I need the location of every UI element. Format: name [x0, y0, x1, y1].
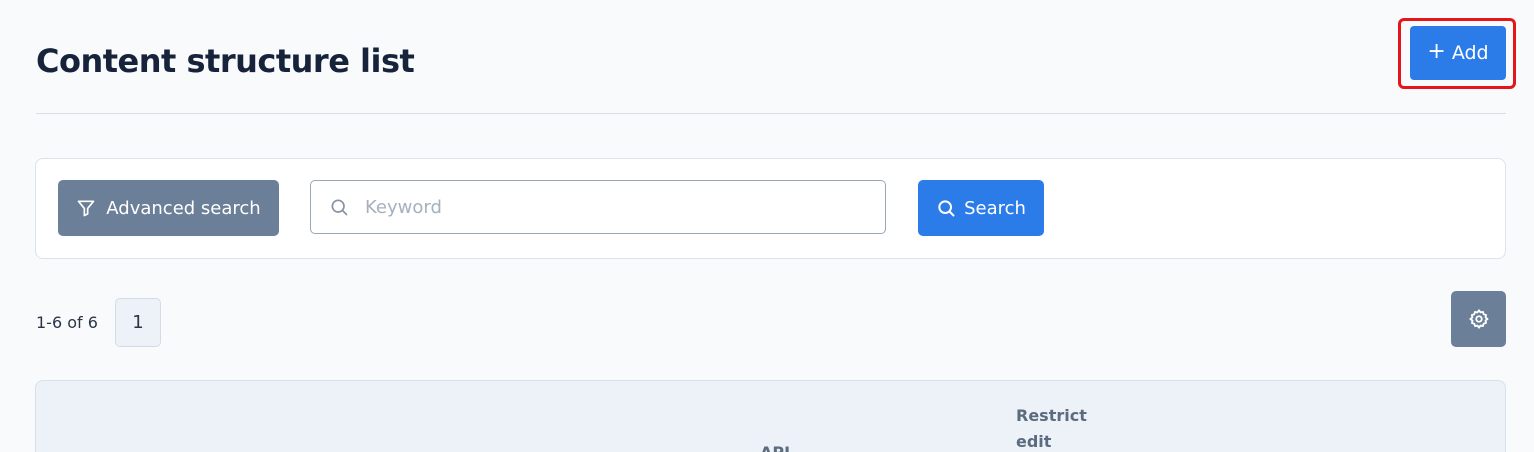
filter-icon: [76, 198, 96, 218]
keyword-field[interactable]: [310, 180, 886, 234]
page-button-1[interactable]: 1: [115, 298, 161, 347]
table-settings-button[interactable]: [1451, 291, 1506, 347]
table-header: API Restrict edit: [35, 380, 1506, 452]
page: Content structure list + Add Advanced se…: [0, 0, 1534, 452]
add-button-label: Add: [1451, 42, 1489, 64]
result-range: 1-6 of 6: [36, 313, 98, 332]
search-icon: [936, 198, 956, 218]
gear-icon: [1468, 308, 1490, 330]
search-panel: Advanced search Search: [35, 158, 1506, 259]
add-button[interactable]: + Add: [1410, 26, 1506, 80]
page-title: Content structure list: [36, 42, 415, 80]
search-button[interactable]: Search: [918, 180, 1044, 236]
advanced-search-button[interactable]: Advanced search: [58, 180, 279, 236]
search-button-label: Search: [964, 197, 1026, 219]
column-header-api[interactable]: API: [760, 443, 790, 452]
advanced-search-label: Advanced search: [106, 197, 261, 219]
search-icon: [329, 197, 349, 217]
plus-icon: +: [1427, 39, 1446, 64]
header-divider: [36, 113, 1506, 114]
keyword-input[interactable]: [365, 196, 845, 218]
column-header-restrict-edit[interactable]: Restrict edit: [1016, 403, 1106, 452]
